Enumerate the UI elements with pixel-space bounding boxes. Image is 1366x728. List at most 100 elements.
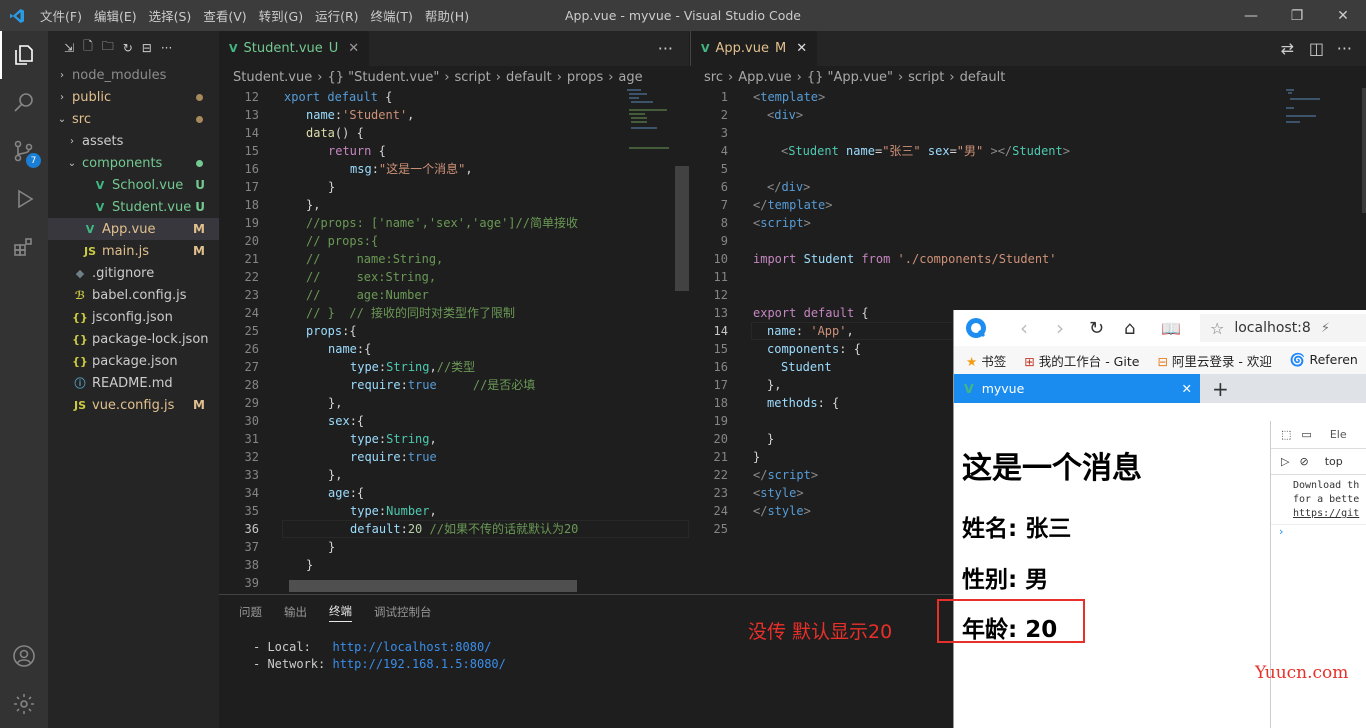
tree-item[interactable]: {} jsconfig.json <box>48 306 219 328</box>
address-bar[interactable]: ☆ localhost:8 ⚡ <box>1200 314 1366 342</box>
code-line: export default { <box>753 306 869 320</box>
menu-item[interactable]: 选择(S) <box>143 6 198 25</box>
tab-student-vue[interactable]: V Student.vue U ✕ <box>219 31 370 66</box>
breadcrumb-item[interactable]: {} "App.vue" <box>807 70 893 85</box>
terminal-output[interactable]: - Local: http://localhost:8080/ - Networ… <box>219 639 953 673</box>
star-icon[interactable]: ☆ <box>1210 319 1224 338</box>
compare-icon[interactable]: ⇄ <box>1281 39 1294 58</box>
breadcrumb-item[interactable]: props <box>567 70 603 85</box>
menu-item[interactable]: 文件(F) <box>34 6 88 25</box>
tree-item[interactable]: JS vue.config.js M <box>48 394 219 416</box>
bookmark-item[interactable]: ★ 书签 <box>966 351 1006 370</box>
breadcrumb-item[interactable]: script <box>908 70 944 85</box>
run-debug-icon[interactable] <box>0 175 48 223</box>
tree-item[interactable]: ℬbabel.config.js <box>48 284 219 306</box>
collapse-icon[interactable]: ⇲ <box>64 41 74 55</box>
tree-item[interactable]: V App.vue M <box>48 218 219 240</box>
file-type-icon: JS <box>83 244 96 258</box>
breadcrumb-item[interactable]: {} "Student.vue" <box>327 70 439 85</box>
tree-item[interactable]: › public <box>48 86 219 108</box>
panel-tab[interactable]: 问题 <box>239 604 262 620</box>
breadcrumb-item[interactable]: script <box>455 70 491 85</box>
file-type-icon: V <box>85 222 95 236</box>
close-tab-icon[interactable]: ✕ <box>796 41 807 56</box>
lightning-icon[interactable]: ⚡ <box>1321 321 1330 336</box>
forward-icon[interactable]: › <box>1056 316 1064 340</box>
restore-button[interactable]: ❐ <box>1274 0 1320 31</box>
bookmark-item[interactable]: ⊞ 我的工作台 - Gite <box>1024 351 1139 370</box>
account-icon[interactable] <box>0 632 48 680</box>
panel-tab[interactable]: 输出 <box>284 604 307 620</box>
settings-gear-icon[interactable] <box>0 680 48 728</box>
more-actions-icon[interactable]: ··· <box>1337 39 1352 58</box>
sidebar-toggle-icon[interactable]: ▷ <box>1281 455 1289 468</box>
line-number: 32 <box>244 450 259 464</box>
inspect-icon[interactable]: ⬚ <box>1281 428 1291 441</box>
console-prompt-icon[interactable]: › <box>1271 525 1366 538</box>
breadcrumb-item[interactable]: default <box>960 70 1006 85</box>
close-tab-icon[interactable]: ✕ <box>1182 381 1192 396</box>
home-icon[interactable]: ⌂ <box>1124 318 1135 339</box>
tree-item[interactable]: ⌄ components <box>48 152 219 174</box>
code-line: type:String,//类型 <box>350 360 476 374</box>
new-folder-icon[interactable]: 🗀 <box>102 37 114 58</box>
context-selector[interactable]: top <box>1325 455 1343 468</box>
source-control-icon[interactable]: 7 <box>0 127 48 175</box>
breadcrumb-item[interactable]: default <box>506 70 552 85</box>
breadcrumb-item[interactable]: age <box>618 70 642 85</box>
tab-app-vue[interactable]: V App.vue M ✕ <box>691 31 818 66</box>
menu-item[interactable]: 转到(G) <box>253 6 309 25</box>
search-icon[interactable] <box>0 79 48 127</box>
menu-item[interactable]: 查看(V) <box>197 6 252 25</box>
device-toggle-icon[interactable]: ▭ <box>1301 428 1311 441</box>
tree-item[interactable]: V Student.vue U <box>48 196 219 218</box>
tree-item[interactable]: › node_modules <box>48 64 219 86</box>
more-actions-icon[interactable]: ··· <box>658 39 673 58</box>
horizontal-scrollbar[interactable] <box>289 580 577 592</box>
explorer-icon[interactable] <box>0 31 48 79</box>
new-tab-icon[interactable]: + <box>1200 374 1241 403</box>
panel-tab[interactable]: 终端 <box>329 603 352 622</box>
menu-item[interactable]: 终端(T) <box>365 6 419 25</box>
back-icon[interactable]: ‹ <box>1020 316 1028 340</box>
tree-item[interactable]: V School.vue U <box>48 174 219 196</box>
menu-item[interactable]: 帮助(H) <box>419 6 475 25</box>
bookmark-item[interactable]: ⊟ 阿里云登录 - 欢迎 <box>1157 351 1271 370</box>
refresh-icon[interactable]: ↻ <box>123 41 133 55</box>
code-line: //props: ['name','sex','age']//简单接收 <box>306 216 578 230</box>
new-file-icon[interactable]: 🗋 <box>83 37 93 58</box>
breadcrumb-item[interactable]: src <box>704 70 723 85</box>
reload-icon[interactable]: ↻ <box>1089 318 1104 339</box>
tree-item[interactable]: JS main.js M <box>48 240 219 262</box>
close-window-button[interactable]: ✕ <box>1320 0 1366 31</box>
line-number: 15 <box>713 342 728 356</box>
bookmark-item[interactable]: 🌀 Referen <box>1290 352 1358 368</box>
tree-item[interactable]: {} package.json <box>48 350 219 372</box>
menu-item[interactable]: 运行(R) <box>309 6 364 25</box>
breadcrumb-item[interactable]: App.vue <box>738 70 791 85</box>
reader-icon[interactable]: 📖 <box>1161 319 1181 338</box>
scrollbar[interactable] <box>1362 88 1366 213</box>
tree-item[interactable]: ◆ .gitignore <box>48 262 219 284</box>
more-actions-icon[interactable]: ··· <box>161 41 172 55</box>
console-link[interactable]: https://git <box>1293 507 1366 521</box>
extensions-icon[interactable] <box>0 223 48 271</box>
tree-item[interactable]: {} package-lock.json <box>48 328 219 350</box>
clear-console-icon[interactable]: ⊘ <box>1299 455 1308 468</box>
tree-item[interactable]: › assets <box>48 130 219 152</box>
minimize-button[interactable]: — <box>1228 0 1274 31</box>
devtools-tab-elements[interactable]: Ele <box>1330 428 1347 441</box>
breadcrumb-item[interactable]: Student.vue <box>233 70 312 85</box>
close-tab-icon[interactable]: ✕ <box>348 41 359 56</box>
browser-tab-myvue[interactable]: V myvue ✕ <box>954 374 1200 403</box>
terminal-network-url[interactable]: http://192.168.1.5:8080/ <box>332 657 505 671</box>
tree-item[interactable]: ⓘ README.md <box>48 372 219 394</box>
panel-tab[interactable]: 调试控制台 <box>374 604 432 620</box>
scrollbar[interactable] <box>675 166 689 291</box>
split-editor-icon[interactable]: ◫ <box>1309 39 1324 58</box>
tree-item[interactable]: ⌄ src <box>48 108 219 130</box>
address-text: localhost:8 <box>1234 320 1311 336</box>
menu-item[interactable]: 编辑(E) <box>88 6 143 25</box>
terminal-local-url[interactable]: http://localhost:8080/ <box>332 640 491 654</box>
collapse-all-icon[interactable]: ⊟ <box>142 41 152 55</box>
